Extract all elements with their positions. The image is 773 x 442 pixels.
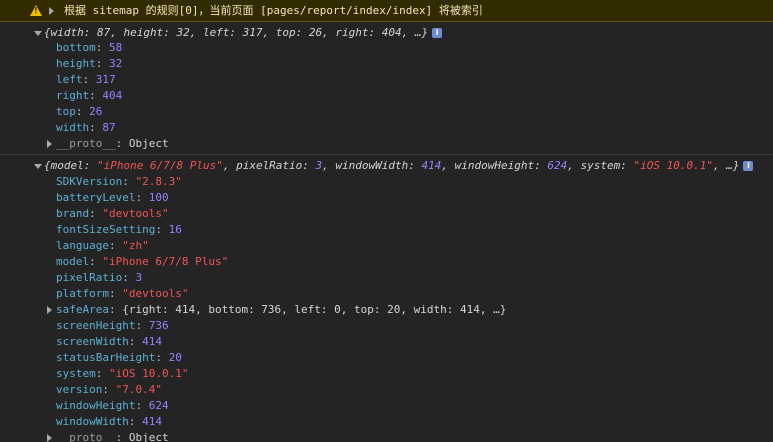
system-info-object-group: {model: "iPhone 6/7/8 Plus", pixelRatio:…: [0, 155, 773, 442]
property-key: system: [56, 367, 96, 380]
property-key: model: [56, 255, 90, 268]
rect-summary-text: {width: 87, height: 32, left: 317, top: …: [44, 26, 429, 39]
property-key: pixelRatio: [56, 271, 123, 284]
property-key: platform: [56, 287, 109, 300]
property-value: 736: [148, 319, 169, 332]
sysinfo-proto-row[interactable]: __proto__: Object: [56, 430, 169, 442]
property-value: 414: [142, 415, 162, 428]
property-key: screenHeight: [56, 319, 136, 332]
property-value: 317: [95, 73, 116, 86]
property-value: 100: [148, 191, 169, 204]
property-row[interactable]: brand: "devtools": [56, 206, 169, 222]
expand-proto-arrow-icon[interactable]: [47, 434, 52, 442]
property-value: "7.0.4": [115, 383, 162, 396]
property-key: SDKVersion: [56, 175, 123, 188]
property-row[interactable]: batteryLevel: 100: [56, 190, 169, 206]
property-key: bottom: [56, 41, 96, 54]
devtools-console: 根据 sitemap 的规则[0]，当前页面 [pages/report/ind…: [0, 0, 773, 442]
property-key: left: [56, 73, 83, 86]
property-row[interactable]: language: "zh": [56, 238, 149, 254]
safearea-row[interactable]: safeArea: {right: 414, bottom: 736, left…: [56, 302, 506, 318]
property-value: "2.8.3": [135, 175, 182, 188]
property-value: 58: [109, 41, 123, 54]
property-row[interactable]: right: 404: [56, 88, 122, 104]
summary-text: , system:: [567, 159, 634, 172]
property-value: "iOS 10.0.1": [109, 367, 189, 380]
proto-value: Object: [128, 431, 169, 442]
summary-text: , pixelRatio:: [222, 159, 316, 172]
property-key: brand: [56, 207, 90, 220]
property-row[interactable]: windowHeight: 624: [56, 398, 169, 414]
safearea-value: {right: 414, bottom: 736, left: 0, top: …: [122, 303, 507, 316]
expand-arrow-icon[interactable]: [49, 7, 54, 15]
property-key: batteryLevel: [56, 191, 136, 204]
property-row[interactable]: model: "iPhone 6/7/8 Plus": [56, 254, 228, 270]
property-value: "devtools": [122, 287, 189, 300]
proto-key: __proto__: [56, 137, 116, 150]
rect-object-summary[interactable]: {width: 87, height: 32, left: 317, top: …: [44, 25, 443, 41]
property-key: windowHeight: [56, 399, 136, 412]
property-row[interactable]: fontSizeSetting: 16: [56, 222, 182, 238]
property-row[interactable]: left: 317: [56, 72, 116, 88]
summary-windowwidth-value: 414: [421, 159, 442, 172]
info-icon[interactable]: i: [743, 161, 754, 171]
property-value: 26: [89, 105, 103, 118]
expand-safearea-arrow-icon[interactable]: [47, 306, 52, 314]
safearea-key: safeArea: [56, 303, 109, 316]
property-value: 20: [168, 351, 182, 364]
property-value: 404: [102, 89, 123, 102]
property-row[interactable]: bottom: 58: [56, 40, 122, 56]
property-key: fontSizeSetting: [56, 223, 156, 236]
property-key: language: [56, 239, 109, 252]
system-info-summary[interactable]: {model: "iPhone 6/7/8 Plus", pixelRatio:…: [44, 158, 754, 174]
property-key: statusBarHeight: [56, 351, 156, 364]
collapse-arrow-icon[interactable]: [34, 31, 42, 36]
property-value: "iPhone 6/7/8 Plus": [102, 255, 229, 268]
property-row[interactable]: top: 26: [56, 104, 102, 120]
property-value: 87: [102, 121, 116, 134]
summary-windowheight-value: 624: [547, 159, 568, 172]
property-value: 3: [135, 271, 143, 284]
property-row[interactable]: screenHeight: 736: [56, 318, 169, 334]
summary-system-value: "iOS 10.0.1": [633, 159, 713, 172]
property-key: width: [56, 121, 90, 134]
summary-text: , …}: [712, 159, 740, 172]
property-value: 32: [109, 57, 123, 70]
property-row[interactable]: width: 87: [56, 120, 116, 136]
property-key: version: [56, 383, 103, 396]
property-row[interactable]: windowWidth: 414: [56, 414, 162, 430]
property-row[interactable]: statusBarHeight: 20: [56, 350, 182, 366]
info-icon[interactable]: i: [432, 28, 443, 38]
property-value: 624: [148, 399, 169, 412]
warning-text: 根据 sitemap 的规则[0]，当前页面 [pages/report/ind…: [64, 4, 483, 17]
property-row[interactable]: platform: "devtools": [56, 286, 188, 302]
property-row[interactable]: system: "iOS 10.0.1": [56, 366, 188, 382]
property-value: "zh": [122, 239, 149, 252]
summary-text: {model:: [44, 159, 97, 172]
expand-proto-arrow-icon[interactable]: [47, 140, 52, 148]
rect-proto-row[interactable]: __proto__: Object: [56, 136, 169, 152]
summary-text: , windowWidth:: [322, 159, 422, 172]
property-row[interactable]: version: "7.0.4": [56, 382, 162, 398]
property-key: screenWidth: [56, 335, 129, 348]
proto-value: Object: [128, 137, 169, 150]
property-key: height: [56, 57, 96, 70]
sitemap-warning-message: 根据 sitemap 的规则[0]，当前页面 [pages/report/ind…: [0, 0, 773, 22]
summary-model-value: "iPhone 6/7/8 Plus": [96, 159, 223, 172]
property-key: windowWidth: [56, 415, 129, 428]
collapse-arrow-icon[interactable]: [34, 164, 42, 169]
property-row[interactable]: SDKVersion: "2.8.3": [56, 174, 182, 190]
property-value: 16: [168, 223, 182, 236]
property-row[interactable]: height: 32: [56, 56, 122, 72]
property-value: 414: [142, 335, 162, 348]
property-row[interactable]: screenWidth: 414: [56, 334, 162, 350]
property-value: "devtools": [102, 207, 169, 220]
property-row[interactable]: pixelRatio: 3: [56, 270, 142, 286]
rect-object-group: {width: 87, height: 32, left: 317, top: …: [0, 22, 773, 155]
property-key: top: [56, 105, 76, 118]
proto-key: __proto__: [56, 431, 116, 442]
warning-icon: [30, 5, 42, 16]
property-key: right: [56, 89, 90, 102]
summary-text: , windowHeight:: [441, 159, 548, 172]
